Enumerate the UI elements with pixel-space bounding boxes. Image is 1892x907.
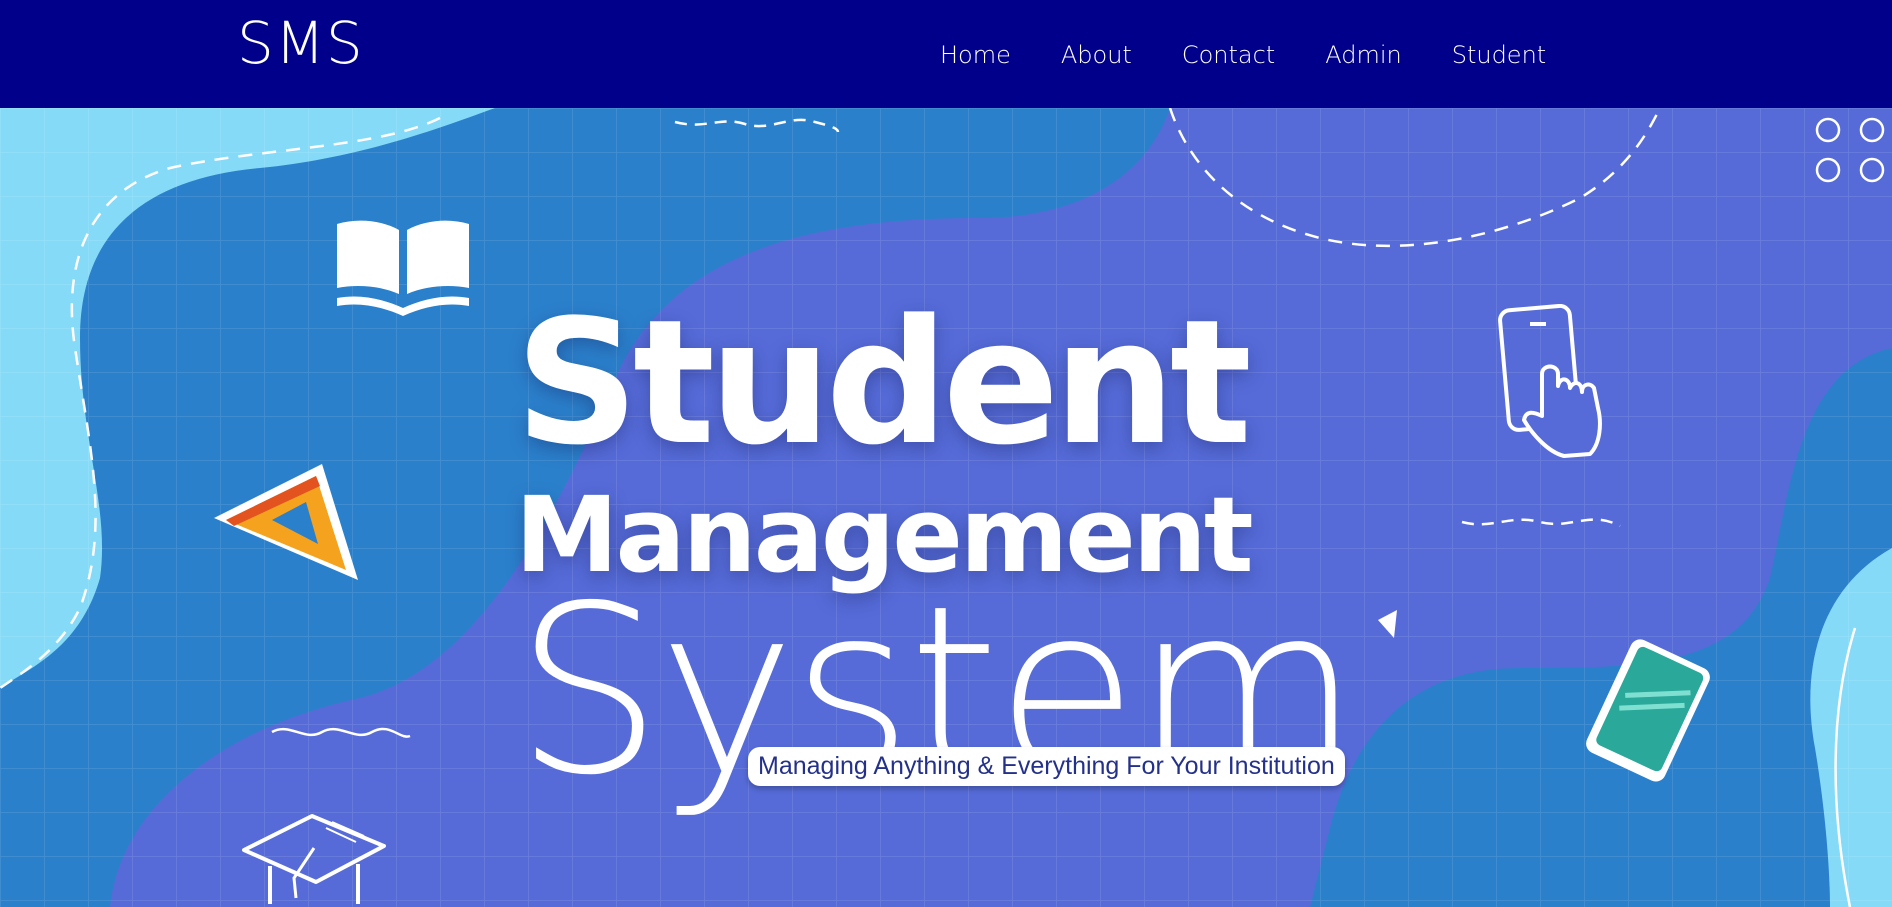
nav-link-about[interactable]: About xyxy=(1061,36,1132,74)
nav-item-admin: Admin xyxy=(1325,36,1402,74)
hero-tagline: Managing Anything & Everything For Your … xyxy=(748,747,1345,786)
nav-item-home: Home xyxy=(940,36,1011,74)
open-book-icon xyxy=(337,220,469,316)
touch-phone-icon xyxy=(1498,304,1602,458)
nav-link-home[interactable]: Home xyxy=(940,36,1011,74)
graduation-cap-icon xyxy=(242,814,386,904)
nav-link-contact[interactable]: Contact xyxy=(1182,36,1275,74)
nav-item-student: Student xyxy=(1452,36,1546,74)
nav-menu: Home About Contact Admin Student xyxy=(940,36,1596,74)
nav-link-student[interactable]: Student xyxy=(1452,36,1546,74)
hero-title-line1: Student xyxy=(515,282,1252,483)
triangle-ruler-icon xyxy=(214,464,358,580)
nav-item-about: About xyxy=(1061,36,1132,74)
hero-title: Student Management System xyxy=(515,282,1385,808)
brand-logo[interactable]: SMS xyxy=(237,8,364,78)
nav-link-admin[interactable]: Admin xyxy=(1325,36,1402,74)
nav-item-contact: Contact xyxy=(1182,36,1275,74)
green-book-icon xyxy=(1586,639,1710,782)
top-navbar: SMS Home About Contact Admin Student xyxy=(0,0,1892,108)
hero-banner: Student Management System xyxy=(0,108,1892,907)
